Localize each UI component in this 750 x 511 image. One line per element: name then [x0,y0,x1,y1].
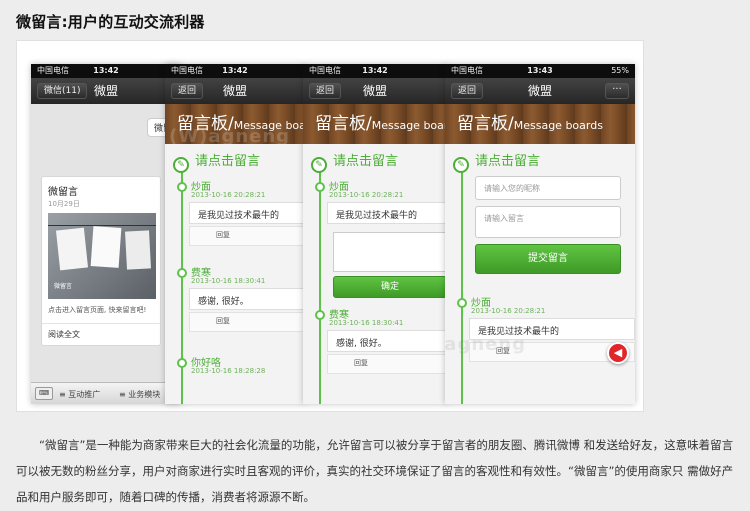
phone-chat-screen: 中国电信 13:42 微信(11) 微盟 微留 微留言 10月29日 微留言 点… [31,64,181,404]
news-card[interactable]: 微留言 10月29日 微留言 点击进入留言页面, 快来留言吧! 阅读全文 [41,176,161,346]
timeline-dot [177,268,187,278]
hanging-paper [90,226,122,268]
reply-button[interactable]: 回复 [189,226,305,246]
submit-message-button[interactable]: 提交留言 [475,244,621,274]
menu-dot-icon: ≡ [119,390,129,399]
menu-item-business[interactable]: ≡ 业务模块 [119,389,160,400]
screenshot-frame: 中国电信 13:42 微信(11) 微盟 微留 微留言 10月29日 微留言 点… [16,40,644,412]
nickname-input[interactable]: 请输入您的昵称 [475,176,621,200]
status-bar: 中国电信 13:42 [165,64,305,78]
status-bar: 中国电信 13:42 [303,64,447,78]
time-label: 13:42 [362,66,388,75]
divider [42,323,160,324]
timeline-dot [457,298,467,308]
post-date: 2013-10-16 18:30:41 [329,319,404,327]
board-body: ✎ 请点击留言 炒面 2013-10-16 20:28:21 是我见过技术最牛的 … [303,144,447,404]
reply-textarea[interactable] [333,232,447,272]
card-photo: 微留言 [48,213,156,299]
nav-title: 微盟 [362,84,387,98]
post-date: 2013-10-16 20:28:21 [471,307,546,315]
menu-dot-icon: ≡ [59,390,69,399]
message-card: 是我见过技术最牛的 [189,202,305,224]
photo-caption: 微留言 [54,283,73,290]
nav-title: 微盟 [93,84,118,98]
timeline-line [461,160,463,404]
message-card: 是我见过技术最牛的 [327,202,447,224]
time-label: 13:42 [222,66,248,75]
nav-bar: 返回 微盟 [165,78,305,104]
board-body: ✎ 请点击留言 请输入您的昵称 请输入留言 提交留言 炒面 2013-10-16 … [445,144,635,404]
phone-compose-screen: 中国电信 13:43 55% 返回 微盟 ··· 留言板/Message boa… [445,64,635,404]
card-date: 10月29日 [48,200,80,208]
pencil-icon: ✎ [173,157,189,173]
watermark: (W)agneng [445,334,527,355]
phone-board-screen: 中国电信 13:42 返回 微盟 留言板/Message boards (W)a… [165,64,305,404]
card-description: 点击进入留言页面, 快来留言吧! [48,306,147,314]
status-bar: 中国电信 13:42 [31,64,181,78]
read-more-link[interactable]: 阅读全文 [48,329,80,340]
post-date: 2013-10-16 20:28:21 [329,191,404,199]
card-title: 微留言 [48,187,78,198]
confirm-button[interactable]: 确定 [333,276,447,298]
hanging-paper [55,227,89,271]
chat-bottom-bar: ⌨ ≡ 互动推广 ≡ 业务模块 [31,382,181,404]
reply-button[interactable]: 回复 [327,354,447,374]
description-paragraph: “微留言”是一种能为商家带来巨大的社会化流量的功能，允许留言可以被分享于留言者的… [16,438,734,504]
nav-bar: 返回 微盟 ··· [445,78,635,104]
nav-bar: 微信(11) 微盟 [31,78,181,104]
board-body: ✎ 请点击留言 炒面 2013-10-16 20:28:21 是我见过技术最牛的 … [165,144,305,404]
time-label: 13:42 [93,66,119,75]
keyboard-icon[interactable]: ⌨ [35,387,53,400]
nav-title: 微盟 [222,84,247,98]
pencil-icon: ✎ [453,157,469,173]
reply-button[interactable]: 回复 [189,312,305,332]
message-input[interactable]: 请输入留言 [475,206,621,238]
phone-reply-screen: 中国电信 13:42 返回 微盟 留言板/Message boards ✎请点击… [303,64,447,404]
menu-item-promotion[interactable]: ≡ 互动推广 [59,389,100,400]
back-arrow-icon[interactable]: ◀ [607,342,629,364]
timeline-line [319,160,321,404]
post-date: 2013-10-16 18:28:28 [191,367,266,375]
leave-message-button[interactable]: ✎ 请点击留言 [453,150,540,173]
pencil-icon: ✎ [311,157,327,173]
board-banner: 留言板/Message boards [445,104,635,144]
leave-message-button[interactable]: ✎ 请点击留言 [173,150,260,173]
status-bar: 中国电信 13:43 55% [445,64,635,78]
timeline-dot [177,358,187,368]
page-heading: 微留言:用户的互动交流利器 [16,13,205,31]
message-card: 感谢, 很好。 [327,330,447,352]
timeline-dot [177,182,187,192]
nav-bar: 返回 微盟 [303,78,447,104]
message-card: 感谢, 很好。 [189,288,305,310]
leave-message-button[interactable]: ✎ 请点击留言 [311,150,398,173]
battery-label: 55% [611,66,629,75]
hanging-paper [125,230,151,270]
time-label: 13:43 [527,66,553,75]
timeline-dot [315,182,325,192]
timeline-dot [315,310,325,320]
post-date: 2013-10-16 18:30:41 [191,277,266,285]
post-date: 2013-10-16 20:28:21 [191,191,266,199]
more-options-button[interactable]: ··· [605,83,629,99]
board-banner: 留言板/Message boards [303,104,447,144]
